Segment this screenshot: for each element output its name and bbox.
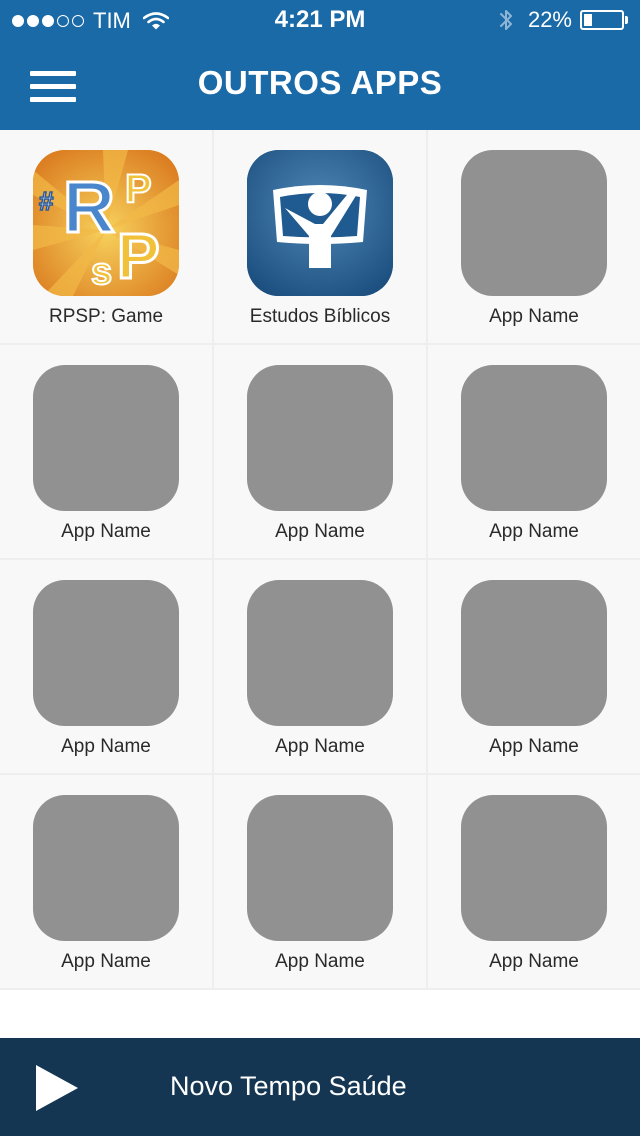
app-tile[interactable]: App Name (0, 345, 212, 558)
battery-tip (625, 16, 628, 24)
app-name-label: App Name (61, 521, 151, 542)
placeholder-app-icon (33, 580, 179, 726)
page-title: OUTROS APPS (197, 64, 443, 101)
placeholder-app-icon (247, 365, 393, 511)
app-name-label: App Name (275, 736, 365, 757)
bluetooth-icon (499, 10, 512, 30)
rpsp-game-icon: # R P s P (33, 150, 179, 296)
station-name: Novo Tempo Saúde (170, 1071, 407, 1101)
app-name-label: App Name (61, 951, 151, 972)
placeholder-app-icon (461, 150, 607, 296)
app-tile[interactable]: App Name (428, 560, 640, 773)
svg-text:P: P (125, 167, 152, 211)
app-tile-estudos-biblicos[interactable]: Estudos Bíblicos (214, 130, 426, 343)
app-tile[interactable]: App Name (214, 775, 426, 988)
placeholder-app-icon (33, 365, 179, 511)
apps-grid: # R P s P RPSP: Game Estudos Bíblicos Ap… (0, 130, 640, 990)
estudos-biblicos-icon (247, 150, 393, 296)
svg-text:s: s (91, 251, 112, 293)
battery-fill (584, 14, 592, 26)
app-name-label: App Name (275, 521, 365, 542)
battery-icon (580, 10, 624, 30)
svg-text:#: # (39, 186, 54, 216)
app-tile[interactable]: App Name (428, 130, 640, 343)
svg-text:R: R (63, 168, 115, 248)
status-bar: TIM 4:21 PM 22% (0, 0, 640, 40)
battery-percent: 22% (527, 7, 572, 32)
placeholder-app-icon (461, 365, 607, 511)
app-name-label: App Name (489, 521, 579, 542)
placeholder-app-icon (33, 795, 179, 941)
app-tile[interactable]: App Name (0, 560, 212, 773)
app-name-label: App Name (61, 736, 151, 757)
placeholder-app-icon (461, 795, 607, 941)
placeholder-app-icon (247, 580, 393, 726)
app-tile[interactable]: App Name (214, 345, 426, 558)
app-tile[interactable]: App Name (0, 775, 212, 988)
app-tile-rpsp-game[interactable]: # R P s P RPSP: Game (0, 130, 212, 343)
svg-text:P: P (117, 220, 160, 292)
app-tile[interactable]: App Name (428, 775, 640, 988)
placeholder-app-icon (461, 580, 607, 726)
app-header: TIM 4:21 PM 22% OUTROS APPS (0, 0, 640, 130)
status-right: 22% (498, 7, 628, 33)
app-name-label: App Name (489, 306, 579, 327)
app-name-label: App Name (489, 736, 579, 757)
app-tile[interactable]: App Name (428, 345, 640, 558)
app-name-label: App Name (275, 951, 365, 972)
app-name-label: RPSP: Game (48, 306, 164, 327)
audio-player-bar: Novo Tempo Saúde (0, 1038, 640, 1136)
play-icon[interactable] (34, 1063, 80, 1113)
app-name-label: App Name (489, 951, 579, 972)
placeholder-app-icon (247, 795, 393, 941)
app-name-label: Estudos Bíblicos (249, 306, 391, 327)
app-tile[interactable]: App Name (214, 560, 426, 773)
